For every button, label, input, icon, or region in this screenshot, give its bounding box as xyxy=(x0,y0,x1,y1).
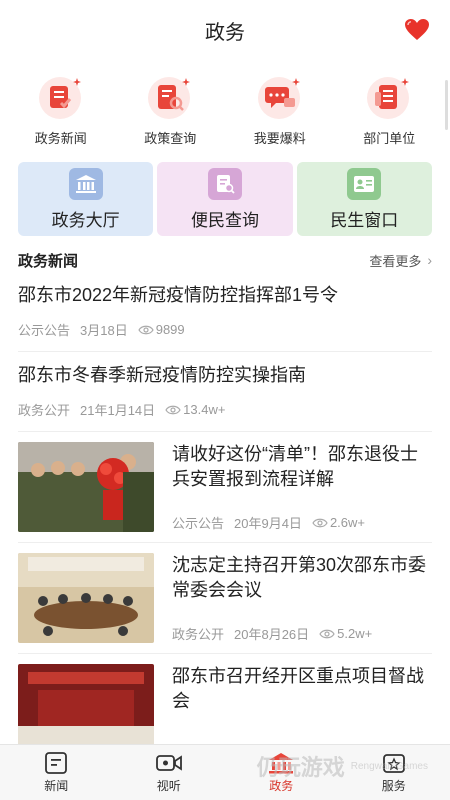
news-view-count: 13.4w+ xyxy=(183,402,226,417)
app-header: 政务 xyxy=(0,0,450,60)
quick-link-report[interactable]: 我要爆料 xyxy=(230,72,330,156)
news-section-header: 政务新闻 查看更多 › xyxy=(0,248,450,272)
news-category: 公示公告 xyxy=(18,323,71,338)
government-hall-icon xyxy=(68,167,103,200)
convenience-query-icon xyxy=(207,167,242,200)
livelihood-window-icon xyxy=(347,167,382,200)
quick-link-label: 政务新闻 xyxy=(34,131,87,146)
section-title: 政务新闻 xyxy=(18,252,79,270)
report-chat-icon xyxy=(257,77,300,119)
news-views: 9899 xyxy=(138,322,185,337)
card-label: 民生窗口 xyxy=(330,210,399,230)
eye-icon xyxy=(319,629,335,638)
news-category: 政务公开 xyxy=(172,627,225,642)
news-body: 沈志定主持召开第30次邵东市委常委会会议 政务公开 20年8月26日 5.2w+ xyxy=(172,553,432,643)
news-view-count: 5.2w+ xyxy=(337,626,373,641)
tab-video[interactable]: 视听 xyxy=(129,752,209,794)
department-icon xyxy=(367,77,410,119)
news-meta: 公示公告 20年9月4日 2.6w+ xyxy=(172,513,432,532)
news-item[interactable]: 邵东市冬春季新冠疫情防控实操指南 政务公开 21年1月14日 13.4w+ xyxy=(18,352,432,432)
tab-news[interactable]: 新闻 xyxy=(16,751,96,794)
news-tab-icon xyxy=(45,751,68,774)
news-view-count: 9899 xyxy=(155,322,185,337)
news-thumbnail xyxy=(18,553,154,643)
news-title: 邵东市冬春季新冠疫情防控实操指南 xyxy=(18,365,306,385)
news-title: 邵东市2022年新冠疫情防控指挥部1号令 xyxy=(18,285,339,305)
news-views: 2.6w+ xyxy=(312,515,365,530)
watermark: 仍玩游戏 Rengwan Games xyxy=(257,750,428,782)
news-views: 13.4w+ xyxy=(165,402,225,417)
news-category: 公示公告 xyxy=(172,516,225,531)
scrollbar[interactable] xyxy=(445,80,448,130)
news-category: 政务公开 xyxy=(18,403,71,418)
quick-link-news[interactable]: 政务新闻 xyxy=(11,72,111,156)
news-body: 邵东市召开经开区重点项目督战会 xyxy=(172,664,432,754)
card-convenience-query[interactable]: 便民查询 xyxy=(157,162,293,236)
quick-link-label: 部门单位 xyxy=(363,131,416,146)
news-item[interactable]: 邵东市2022年新冠疫情防控指挥部1号令 公示公告 3月18日 9899 xyxy=(18,272,432,352)
news-list: 邵东市2022年新冠疫情防控指挥部1号令 公示公告 3月18日 9899 邵东市… xyxy=(0,272,450,765)
card-livelihood-window[interactable]: 民生窗口 xyxy=(296,162,432,236)
news-views: 5.2w+ xyxy=(319,626,372,641)
chevron-right-icon: › xyxy=(427,252,432,268)
news-meta: 公示公告 3月18日 9899 xyxy=(18,320,432,339)
news-list-icon xyxy=(38,77,81,119)
news-date: 20年9月4日 xyxy=(234,516,302,531)
news-meta: 政务公开 21年1月14日 13.4w+ xyxy=(18,400,432,419)
eye-icon xyxy=(165,405,181,414)
watermark-subtext: Rengwan Games xyxy=(350,760,428,772)
tab-label: 视听 xyxy=(156,778,181,793)
news-thumbnail xyxy=(18,664,154,754)
news-date: 3月18日 xyxy=(80,323,128,338)
news-date: 20年8月26日 xyxy=(234,627,310,642)
quick-links: 政务新闻 政策查询 我要爆料 部门单位 xyxy=(0,60,450,156)
quick-link-department[interactable]: 部门单位 xyxy=(339,72,439,156)
news-view-count: 2.6w+ xyxy=(329,515,365,530)
news-title: 邵东市召开经开区重点项目督战会 xyxy=(172,666,424,711)
eye-icon xyxy=(138,325,154,334)
view-more-link[interactable]: 查看更多 › xyxy=(369,251,432,270)
service-cards: 政务大厅 便民查询 民生窗口 xyxy=(0,162,450,236)
quick-link-policy[interactable]: 政策查询 xyxy=(120,72,220,156)
card-label: 便民查询 xyxy=(190,210,259,230)
quick-link-label: 政策查询 xyxy=(144,131,197,146)
video-tab-icon xyxy=(155,754,182,771)
news-item[interactable]: 沈志定主持召开第30次邵东市委常委会会议 政务公开 20年8月26日 5.2w+ xyxy=(18,543,432,654)
page-title: 政务 xyxy=(205,21,245,44)
news-title: 请收好这份“清单”！邵东退役士兵安置报到流程详解 xyxy=(172,444,418,489)
news-thumbnail xyxy=(18,442,154,532)
watermark-text: 仍玩游戏 xyxy=(256,755,345,780)
news-date: 21年1月14日 xyxy=(80,403,156,418)
view-more-label: 查看更多 xyxy=(369,253,422,269)
tab-label: 新闻 xyxy=(44,778,69,793)
card-government-hall[interactable]: 政务大厅 xyxy=(18,162,154,236)
card-label: 政务大厅 xyxy=(51,210,120,230)
news-title: 沈志定主持召开第30次邵东市委常委会会议 xyxy=(172,555,427,600)
policy-search-icon xyxy=(148,77,191,119)
news-body: 请收好这份“清单”！邵东退役士兵安置报到流程详解 公示公告 20年9月4日 2.… xyxy=(172,442,432,532)
heart-icon[interactable] xyxy=(404,18,430,42)
news-item[interactable]: 请收好这份“清单”！邵东退役士兵安置报到流程详解 公示公告 20年9月4日 2.… xyxy=(18,432,432,543)
quick-link-label: 我要爆料 xyxy=(253,131,306,146)
eye-icon xyxy=(312,518,328,527)
news-meta: 政务公开 20年8月26日 5.2w+ xyxy=(172,624,432,643)
